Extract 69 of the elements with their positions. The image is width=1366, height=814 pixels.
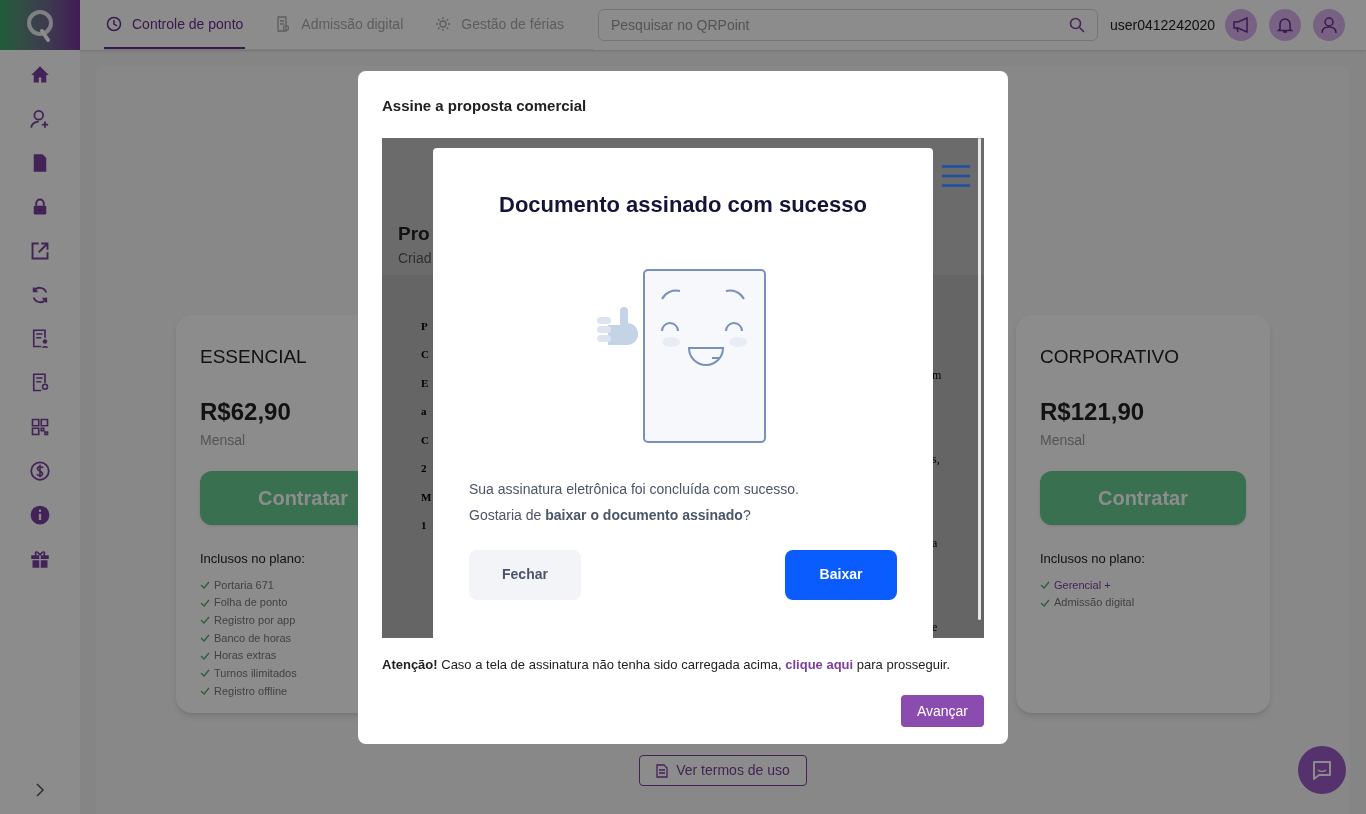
profile-button[interactable] (1313, 9, 1346, 41)
plan-name: CORPORATIVO (1040, 345, 1180, 369)
feature-item: Registro por app (214, 612, 296, 628)
document-text-fragment: m (932, 366, 942, 384)
search-icon[interactable] (1069, 17, 1085, 33)
feature-item: Portaria 671 (214, 577, 274, 593)
document-text-fragment: e (932, 618, 939, 636)
modal-title: Assine a proposta comercial (382, 96, 588, 116)
plan-price: R$121,90 (1040, 396, 1146, 427)
document-text-fragment: 2 (421, 461, 428, 476)
bell-icon (1277, 16, 1294, 34)
dollar-icon[interactable] (30, 461, 50, 481)
feature-item: Admissão digital (1054, 595, 1135, 611)
chat-icon (1311, 759, 1333, 781)
feature-item: Horas extras (214, 648, 277, 664)
sun-icon (435, 16, 452, 32)
attention-notice: Atenção! Caso a tela de assinatura não tenha sido carregada acima, clique aqui para prosseguir. (382, 655, 951, 674)
document-text-fragment: C (421, 347, 430, 362)
feature-item: Registro offline (214, 683, 288, 699)
gift-icon[interactable] (30, 549, 50, 569)
document-text-fragment: s, (932, 450, 941, 468)
username: user0412242020 (1110, 15, 1216, 35)
click-here-link[interactable]: clique aqui (785, 656, 854, 672)
notifications-button[interactable] (1269, 9, 1302, 41)
feature-item: Banco de horas (214, 630, 292, 646)
feature-item: Turnos ilimitados (214, 666, 297, 682)
document-text-fragment: E (421, 375, 430, 391)
dialog-message: Sua assinatura eletrônica foi concluída com sucesso. (469, 479, 800, 499)
plan-period: Mensal (200, 430, 247, 450)
qr-code-icon[interactable] (30, 417, 50, 437)
refresh-icon[interactable] (30, 285, 50, 305)
document-icon (275, 16, 292, 32)
feature-item: Folha de ponto (214, 595, 288, 611)
document-search-icon[interactable] (30, 373, 50, 393)
close-button[interactable]: Fechar (469, 549, 581, 600)
document-text-fragment: 1 (421, 518, 428, 533)
dialog-message: Gostaria de baixar o documento assinado? (469, 505, 752, 525)
info-icon[interactable] (30, 505, 50, 525)
nav-tab[interactable]: Controle de ponto (104, 1, 246, 49)
megaphone-icon (1232, 17, 1251, 33)
feature-link[interactable]: Gerencial + (1054, 576, 1111, 594)
logo-icon[interactable] (0, 0, 80, 50)
clock-icon (106, 16, 122, 32)
document-icon (656, 763, 669, 778)
document-title: Pro (398, 221, 431, 246)
home-icon[interactable] (30, 65, 50, 85)
search-field[interactable]: Pesquisar no QRPoint (598, 9, 1098, 41)
plan-period: Mensal (1040, 430, 1087, 450)
document-user-icon[interactable] (30, 329, 50, 349)
included-label: Inclusos no plano: (1040, 549, 1146, 568)
external-link-icon[interactable] (30, 241, 50, 261)
document-text-fragment: C (421, 432, 430, 448)
dialog-title: Documento assinado com sucesso (498, 190, 868, 219)
download-button[interactable]: Baixar (785, 549, 897, 600)
terms-button[interactable]: Ver termos de uso (639, 755, 807, 786)
announcement-button[interactable] (1225, 9, 1258, 41)
document-text-fragment: a (421, 404, 428, 419)
expand-icon[interactable] (35, 782, 45, 798)
plan-name: ESSENCIAL (200, 345, 308, 369)
document-text-fragment: M (421, 489, 432, 505)
document-subtitle: Criad (398, 249, 433, 268)
included-label: Inclusos no plano: (200, 549, 306, 568)
plan-price: R$62,90 (200, 396, 292, 427)
document-text-fragment: P (421, 318, 429, 334)
search-input[interactable]: Pesquisar no QRPoint (611, 14, 1069, 36)
add-user-icon[interactable] (30, 109, 50, 129)
document-text-fragment: a (932, 534, 939, 552)
user-icon (1320, 16, 1339, 34)
advance-button[interactable]: Avançar (900, 695, 984, 727)
